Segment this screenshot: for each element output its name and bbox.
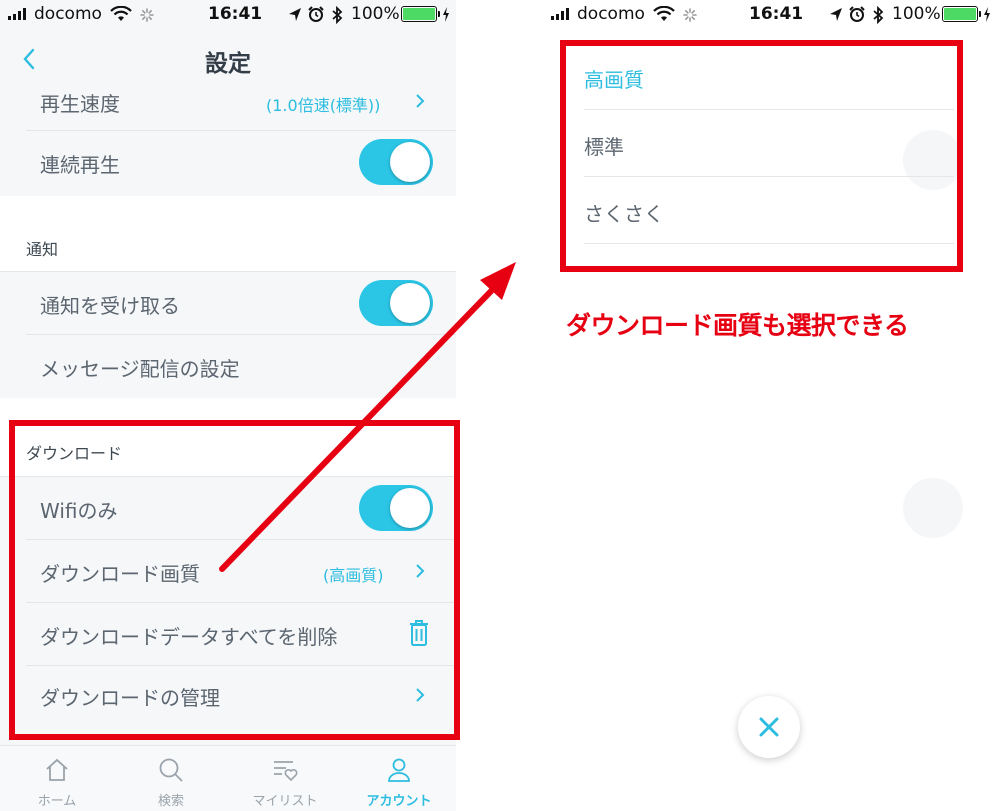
nav-bar: 設定 xyxy=(0,30,456,90)
arrow-shaft xyxy=(219,283,499,572)
annotation-arrow xyxy=(219,262,516,572)
page-title: 設定 xyxy=(205,51,251,77)
